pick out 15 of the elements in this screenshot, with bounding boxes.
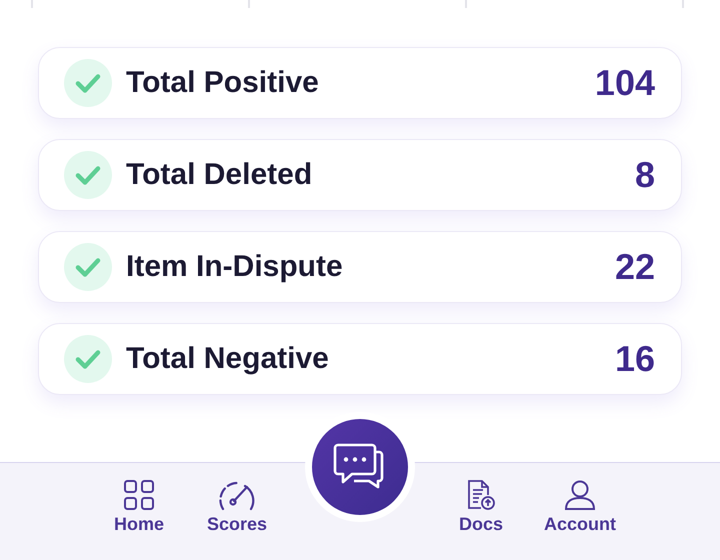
stat-label: Total Negative	[126, 342, 330, 376]
stat-value: 104	[594, 62, 655, 104]
stat-value: 16	[614, 338, 655, 380]
stat-label: Total Positive	[126, 66, 320, 100]
person-icon	[564, 479, 596, 511]
stat-value: 8	[634, 154, 655, 196]
stat-label: Total Deleted	[126, 158, 314, 192]
gauge-icon	[216, 479, 257, 511]
nav-item[interactable]: Home	[114, 479, 164, 539]
nav-item[interactable]: Scores	[206, 479, 268, 539]
nav-item[interactable]: Account	[544, 479, 616, 539]
stat-label: Item In-Dispute	[126, 250, 344, 284]
grid-icon	[122, 479, 155, 511]
nav-item[interactable]: Docs	[458, 479, 503, 539]
stat-value: 22	[614, 246, 655, 288]
